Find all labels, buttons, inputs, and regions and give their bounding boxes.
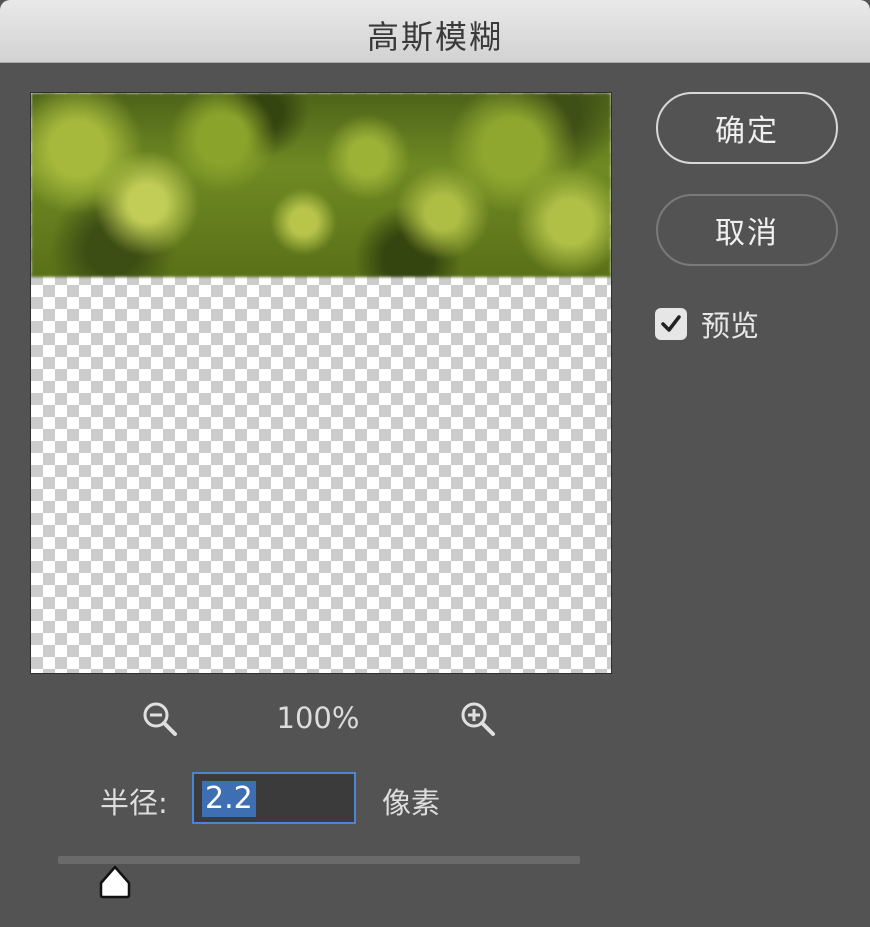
zoom-controls: 100% bbox=[0, 695, 640, 745]
zoom-out-icon bbox=[143, 702, 177, 736]
preview-checkbox-row[interactable]: 预览 bbox=[655, 306, 760, 343]
preview-checkbox[interactable] bbox=[655, 308, 687, 340]
preview-canvas[interactable] bbox=[30, 92, 612, 674]
zoom-in-button[interactable] bbox=[456, 697, 500, 741]
radius-unit-label: 像素 bbox=[382, 786, 441, 820]
dialog-title: 高斯模糊 bbox=[366, 18, 503, 56]
radius-value: 2.2 bbox=[202, 781, 256, 817]
zoom-out-button[interactable] bbox=[138, 697, 182, 741]
cancel-button[interactable]: 取消 bbox=[656, 194, 838, 266]
radius-slider-thumb[interactable] bbox=[97, 864, 133, 900]
radius-slider-track[interactable] bbox=[58, 856, 580, 864]
zoom-in-icon bbox=[461, 702, 495, 736]
dialog-titlebar: 高斯模糊 bbox=[0, 0, 870, 63]
radius-input[interactable]: 2.2 bbox=[192, 772, 356, 824]
preview-image bbox=[31, 93, 611, 277]
checkmark-icon bbox=[661, 315, 681, 332]
preview-label: 预览 bbox=[701, 309, 760, 343]
zoom-level: 100% bbox=[276, 701, 360, 735]
ok-button[interactable]: 确定 bbox=[656, 92, 838, 164]
radius-label: 半径: bbox=[100, 786, 168, 820]
